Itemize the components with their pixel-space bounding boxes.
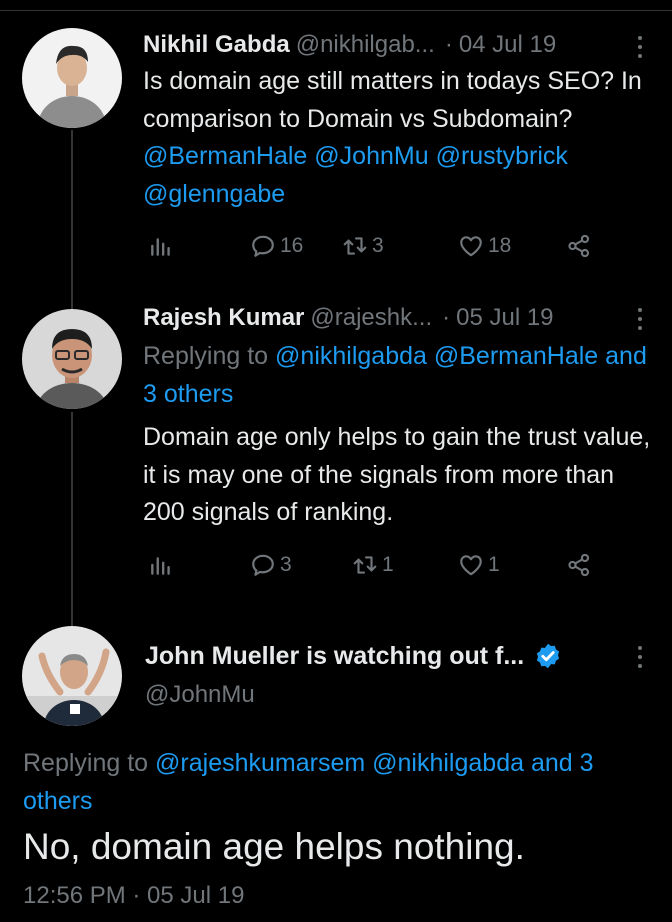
retweet-button[interactable]: 1	[352, 552, 394, 578]
like-count: 18	[488, 234, 512, 257]
mention-link[interactable]: @rustybrick	[436, 142, 568, 170]
share-icon	[568, 553, 590, 577]
separator: ·	[442, 304, 451, 331]
reply-button[interactable]: 3	[250, 552, 292, 578]
user-name[interactable]: Rajesh Kumar	[143, 302, 304, 334]
mention-link[interactable]: @BermanHale	[143, 142, 307, 170]
analytics-icon	[151, 557, 170, 575]
main-tweet-text: No, domain age helps nothing.	[23, 826, 525, 867]
user-name-row[interactable]: John Mueller is watching out f...	[145, 638, 562, 674]
share-button[interactable]	[566, 552, 592, 578]
avatar[interactable]	[22, 309, 122, 409]
reply-count: 16	[280, 234, 304, 257]
retweet-button[interactable]: 3	[342, 233, 384, 259]
like-icon	[460, 236, 482, 257]
retweet-count: 3	[372, 234, 384, 257]
replying-to-label: Replying to	[23, 749, 149, 777]
reply-icon	[252, 235, 274, 257]
user-handle[interactable]: @rajeshk...	[310, 302, 432, 334]
like-button[interactable]: 1	[458, 552, 500, 578]
tweet-date[interactable]: 05 Jul 19	[456, 302, 553, 334]
like-icon	[460, 555, 482, 576]
retweet-icon	[343, 237, 367, 255]
more-icon[interactable]	[636, 36, 644, 58]
more-icon[interactable]	[636, 308, 644, 330]
user-handle[interactable]: @JohnMu	[145, 678, 562, 712]
top-divider	[0, 10, 672, 11]
tweet-timestamp[interactable]: 12:56 PM · 05 Jul 19	[23, 880, 244, 912]
main-tweet-header: John Mueller is watching out f... @JohnM…	[145, 638, 562, 712]
thread-line	[71, 412, 73, 626]
reply-count: 3	[280, 553, 292, 576]
user-name[interactable]: John Mueller is watching out f...	[145, 638, 524, 674]
user-name[interactable]: Nikhil Gabda	[143, 29, 290, 61]
analytics-button[interactable]	[148, 552, 174, 578]
thread-line	[71, 130, 73, 310]
replying-to: Replying to @nikhilgabda @BermanHale and…	[143, 338, 653, 413]
like-button[interactable]: 18	[458, 233, 511, 259]
like-count: 1	[488, 553, 500, 576]
tweet-header: Rajesh Kumar @rajeshk... · 05 Jul 19	[143, 302, 554, 334]
more-icon[interactable]	[636, 646, 644, 668]
tweet-text: Is domain age still matters in todays SE…	[143, 63, 653, 213]
avatar[interactable]	[22, 28, 122, 128]
verified-icon	[537, 643, 560, 669]
tweet-text-plain: Is domain age still matters in todays SE…	[143, 67, 642, 133]
avatar[interactable]	[22, 626, 122, 726]
share-button[interactable]	[566, 233, 592, 259]
mention-link[interactable]: @JohnMu	[314, 142, 428, 170]
reply-button[interactable]: 16	[250, 233, 303, 259]
analytics-button[interactable]	[148, 233, 174, 259]
replying-to: Replying to @rajeshkumarsem @nikhilgabda…	[23, 745, 653, 820]
tweet-date[interactable]: 04 Jul 19	[459, 29, 556, 61]
share-icon	[568, 234, 590, 258]
mention-link[interactable]: @nikhilgabda	[275, 342, 427, 370]
retweet-count: 1	[382, 553, 394, 576]
reply-icon	[252, 554, 274, 576]
mention-link[interactable]: @BermanHale	[434, 342, 598, 370]
separator: ·	[444, 31, 453, 58]
tweet-header: Nikhil Gabda @nikhilgab... · 04 Jul 19	[143, 29, 556, 61]
retweet-icon	[353, 556, 377, 574]
tweet-text: Domain age only helps to gain the trust …	[143, 423, 651, 526]
replying-to-label: Replying to	[143, 342, 269, 370]
mention-link[interactable]: @glenngabe	[143, 180, 285, 208]
analytics-icon	[151, 238, 170, 256]
user-handle[interactable]: @nikhilgab...	[296, 29, 435, 61]
